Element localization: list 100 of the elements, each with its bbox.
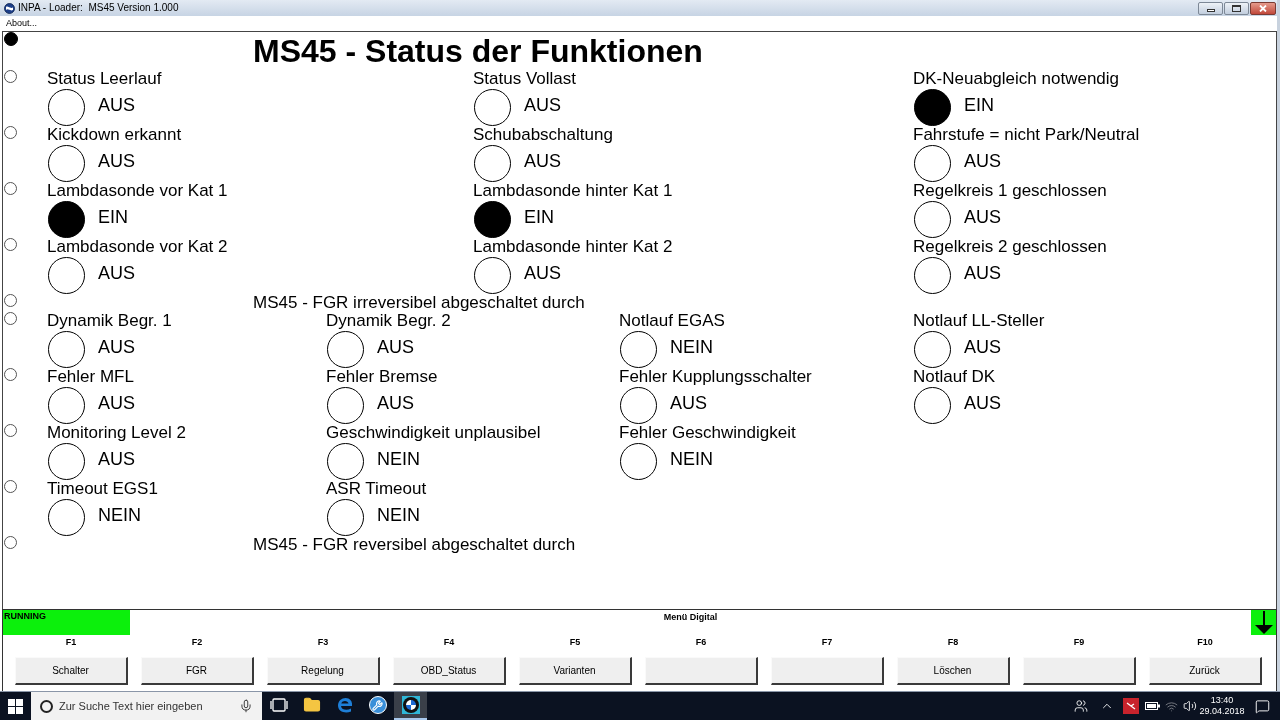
signal-label: ASR Timeout xyxy=(326,480,427,498)
quartered-circle-icon xyxy=(401,696,420,714)
function-button[interactable]: Regelung xyxy=(266,657,380,685)
signal-value: AUS xyxy=(98,262,135,283)
signal-label: Timeout EGS1 xyxy=(47,480,158,498)
function-key-label: F9 xyxy=(1073,636,1085,648)
signal-value: AUS xyxy=(98,448,135,469)
signal-value: EIN xyxy=(964,94,994,115)
window-title: INPA - Loader: MS45 Version 1.000 xyxy=(18,2,179,14)
section-heading: MS45 - FGR irreversibel abgeschaltet durch xyxy=(253,294,585,312)
volume-icon[interactable] xyxy=(1183,699,1197,713)
signal-value: EIN xyxy=(98,206,128,227)
signal-value: AUS xyxy=(98,392,135,413)
microphone-icon[interactable] xyxy=(239,699,253,713)
radio-button[interactable] xyxy=(4,424,17,437)
signal-value: NEIN xyxy=(377,504,420,525)
radio-button[interactable] xyxy=(4,238,17,251)
signal-value: NEIN xyxy=(670,448,713,469)
signal-value: AUS xyxy=(964,392,1001,413)
clock-time: 13:40 xyxy=(1210,695,1234,706)
maximize-button[interactable] xyxy=(1224,1,1249,15)
signal-label: Status Vollast xyxy=(473,70,576,88)
wifi-icon[interactable] xyxy=(1165,699,1178,713)
wave-disc-icon xyxy=(4,2,15,14)
signal-label: Fehler Geschwindigkeit xyxy=(619,424,796,442)
function-button[interactable] xyxy=(644,657,758,685)
signal-label: Regelkreis 2 geschlossen xyxy=(913,238,1107,256)
radio-button[interactable] xyxy=(4,536,17,549)
radio-button[interactable] xyxy=(4,182,17,195)
pen-tile-icon[interactable] xyxy=(1122,698,1139,714)
function-button[interactable]: Varianten xyxy=(518,657,632,685)
signal-value: NEIN xyxy=(98,504,141,525)
signal-label: Notlauf LL-Steller xyxy=(913,312,1045,330)
battery-icon[interactable] xyxy=(1144,702,1160,710)
minimize-button[interactable] xyxy=(1198,1,1223,15)
task-view-icon xyxy=(269,698,288,712)
status-indicator: RUNNING xyxy=(3,610,130,635)
search-field[interactable]: Zur Suche Text hier eingeben xyxy=(31,692,262,720)
menu-item[interactable]: About... xyxy=(5,18,39,29)
screen-title: MS45 - Status der Funktionen xyxy=(253,33,703,69)
signal-label: Monitoring Level 2 xyxy=(47,424,186,442)
signal-value: AUS xyxy=(377,392,414,413)
function-key-label: F4 xyxy=(443,636,455,648)
signal-label: Notlauf DK xyxy=(913,368,996,386)
signal-value: AUS xyxy=(670,392,707,413)
clock-date: 29.04.2018 xyxy=(1199,706,1245,717)
signal-value: NEIN xyxy=(670,336,713,357)
menu-title: Menü Digital xyxy=(662,611,719,624)
radio-button[interactable] xyxy=(4,294,17,307)
radio-button[interactable] xyxy=(4,368,17,381)
function-button[interactable]: FGR xyxy=(140,657,254,685)
signal-value: AUS xyxy=(964,336,1001,357)
function-key-label: F5 xyxy=(569,636,581,648)
signal-label: Fehler MFL xyxy=(47,368,134,386)
signal-value: AUS xyxy=(377,336,414,357)
taskbar-app[interactable] xyxy=(394,692,427,720)
signal-label: Geschwindigkeit unplausibel xyxy=(326,424,541,442)
notification-icon[interactable] xyxy=(1254,698,1270,714)
signal-label: Kickdown erkannt xyxy=(47,126,182,144)
search-ring-icon xyxy=(40,699,53,713)
function-button[interactable]: OBD_Status xyxy=(392,657,506,685)
signal-label: Fahrstufe = nicht Park/Neutral xyxy=(913,126,1140,144)
signal-label: Dynamik Begr. 1 xyxy=(47,312,172,330)
function-button[interactable]: Löschen xyxy=(896,657,1010,685)
function-button[interactable] xyxy=(770,657,884,685)
signal-value: EIN xyxy=(524,206,554,227)
function-button[interactable]: Zurück xyxy=(1148,657,1262,685)
signal-label: Dynamik Begr. 2 xyxy=(326,312,451,330)
radio-button[interactable] xyxy=(4,480,17,493)
section-heading: MS45 - FGR reversibel abgeschaltet durch xyxy=(253,536,576,554)
function-key-label: F2 xyxy=(191,636,203,648)
signal-label: Schubabschaltung xyxy=(473,126,613,144)
signal-value: AUS xyxy=(98,94,135,115)
function-key-label: F1 xyxy=(65,636,77,648)
radio-button[interactable] xyxy=(4,32,18,46)
signal-label: Notlauf EGAS xyxy=(619,312,725,330)
signal-value: AUS xyxy=(524,262,561,283)
radio-button[interactable] xyxy=(4,126,17,139)
signal-value: NEIN xyxy=(377,448,420,469)
signal-label: Fehler Bremse xyxy=(326,368,438,386)
function-key-label: F7 xyxy=(821,636,833,648)
people-icon[interactable] xyxy=(1074,699,1088,713)
close-button[interactable] xyxy=(1250,1,1276,15)
function-key-label: F10 xyxy=(1197,636,1213,648)
e-logo-icon xyxy=(335,696,354,714)
signal-value: AUS xyxy=(524,94,561,115)
minimize-icon xyxy=(1206,8,1215,12)
signal-label: Lambdasonde hinter Kat 1 xyxy=(473,182,673,200)
signal-label: Fehler Kupplungsschalter xyxy=(619,368,812,386)
radio-button[interactable] xyxy=(4,70,17,83)
windows-logo-icon[interactable] xyxy=(8,698,23,714)
radio-button[interactable] xyxy=(4,312,17,325)
function-key-label: F8 xyxy=(947,636,959,648)
maximize-icon xyxy=(1232,4,1241,12)
function-button[interactable] xyxy=(1022,657,1136,685)
signal-label: Lambdasonde vor Kat 1 xyxy=(47,182,228,200)
signal-label: DK-Neuabgleich notwendig xyxy=(913,70,1120,88)
function-key-label: F3 xyxy=(317,636,329,648)
signal-value: AUS xyxy=(98,150,135,171)
function-button[interactable]: Schalter xyxy=(14,657,128,685)
